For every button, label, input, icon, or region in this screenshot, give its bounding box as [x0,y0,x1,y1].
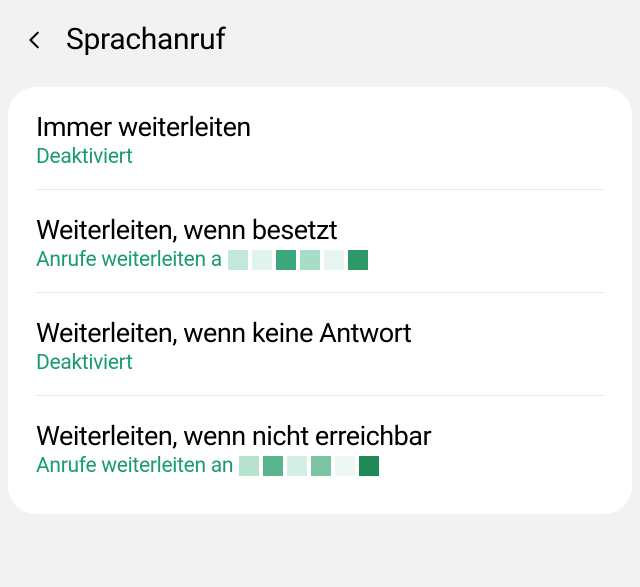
setting-always-forward[interactable]: Immer weiterleiten Deaktiviert [8,87,632,189]
setting-subtitle-text: Anrufe weiterleiten a [36,248,222,272]
setting-forward-no-answer[interactable]: Weiterleiten, wenn keine Antwort Deaktiv… [8,293,632,395]
back-icon[interactable] [24,29,46,51]
setting-title: Weiterleiten, wenn nicht erreichbar [36,420,604,452]
settings-card: Immer weiterleiten Deaktiviert Weiterlei… [8,87,632,514]
redacted-number [228,250,368,270]
setting-subtitle-text: Deaktiviert [36,351,133,375]
setting-forward-busy[interactable]: Weiterleiten, wenn besetzt Anrufe weiter… [8,190,632,292]
setting-subtitle: Deaktiviert [36,145,604,169]
setting-subtitle: Deaktiviert [36,351,604,375]
setting-title: Weiterleiten, wenn besetzt [36,214,604,246]
setting-forward-unreachable[interactable]: Weiterleiten, wenn nicht erreichbar Anru… [8,396,632,498]
setting-subtitle-text: Deaktiviert [36,145,133,169]
setting-subtitle-text: Anrufe weiterleiten an [36,454,233,478]
setting-title: Weiterleiten, wenn keine Antwort [36,317,604,349]
page-title: Sprachanruf [66,22,226,57]
setting-subtitle: Anrufe weiterleiten an [36,454,604,478]
header: Sprachanruf [0,0,640,87]
setting-subtitle: Anrufe weiterleiten a [36,248,604,272]
redacted-number [239,456,379,476]
setting-title: Immer weiterleiten [36,111,604,143]
